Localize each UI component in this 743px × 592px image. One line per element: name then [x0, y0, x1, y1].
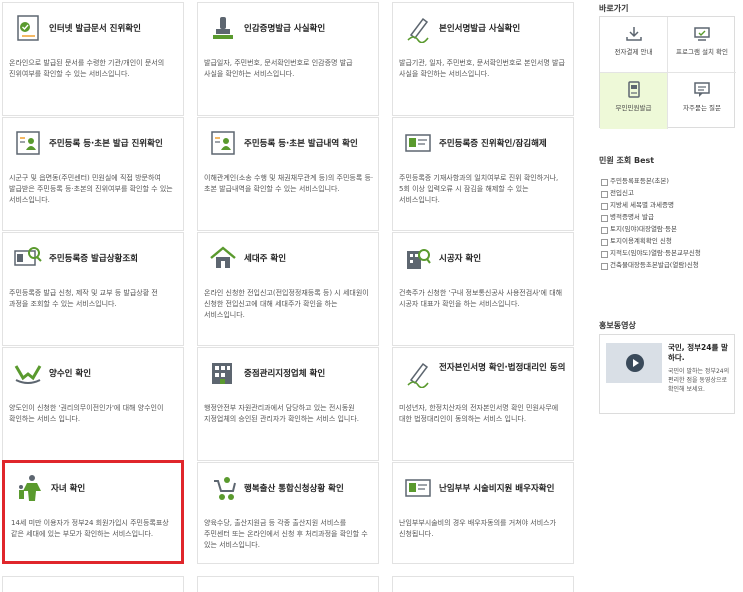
service-card-id-card-status[interactable]: 주민등록증 발급상황조회 주민등록증 발급 신청, 제작 및 교부 등 발급상황… [2, 232, 184, 346]
sidebar: 바로가기 전자결제 안내 프로그램 설치 확인 무인민원발급 자주묻는 질문 민… [591, 0, 743, 592]
card-title: 세대주 확인 [244, 254, 287, 264]
shortcut-program-check[interactable]: 프로그램 설치 확인 [668, 17, 736, 73]
service-card-householder-verify[interactable]: 세대주 확인 온라인 신청한 전입신고(전입정정재등록 등) 시 세대원이 신청… [197, 232, 379, 346]
card-desc: 행정안전부 자원관리과에서 담당하고 있는 전시동원 지정업체의 승인된 관리자… [204, 404, 360, 423]
card-desc: 주민등록증 기재사항과의 일치여부로 진위 확인하거나, 5회 이상 입력오류 … [399, 174, 559, 204]
service-card-infertility-spouse-verify[interactable]: 난임부부 시술비지원 배우자확인 난임부부시술비의 경우 배우자동의를 거쳐야 … [392, 462, 574, 564]
best-item[interactable]: 전입신고 [601, 187, 737, 199]
card-title: 주민등록증 발급상황조회 [49, 254, 138, 264]
card-desc: 건축주가 신청한 '구내 정보통신공사 사용전검사'에 대해 시공자 대표가 확… [399, 289, 563, 308]
card-desc: 양도인이 신청한 '권리의무이전인가'에 대해 양수인이 확인하는 서비스 입니… [9, 404, 164, 423]
service-card-resident-copy-verify[interactable]: 주민등록 등·초본 발급 진위확인 시군구 및 읍면동(주민센터) 민원실에 직… [2, 117, 184, 231]
parent-child-icon [19, 475, 41, 501]
card-title: 주민등록 등·초본 발급내역 확인 [244, 139, 358, 149]
service-card-child-verify[interactable]: 자녀 확인 14세 미만 이용자가 정부24 회원가입시 주민등록표상 같은 세… [2, 460, 184, 564]
service-card-partial[interactable] [2, 576, 184, 592]
card-title: 본인서명발급 사실확인 [439, 24, 521, 34]
promo-video-box[interactable]: 국민, 정부24를 말하다. 국민이 말하는 정부24의 편리한 점을 동영상으… [599, 334, 735, 414]
id-card-search-icon [14, 247, 42, 266]
card-title: 난임부부 시술비지원 배우자확인 [439, 484, 555, 494]
video-thumbnail[interactable] [606, 343, 662, 383]
shortcut-label: 무인민원발급 [615, 104, 652, 112]
pen-signature-icon [407, 17, 429, 43]
card-title: 중점관리지정업체 확인 [244, 369, 326, 379]
monitor-icon [694, 27, 710, 41]
best-item[interactable]: 병적증명서 발급 [601, 211, 737, 223]
card-title: 인감증명발급 사실확인 [244, 24, 326, 34]
best-list: 주민등록표등본(초본) 전입신고 지방세 세목별 과세증명 병적증명서 발급 토… [601, 175, 737, 271]
card-title: 전자본인서명 확인·법정대리인 동의 [439, 363, 566, 373]
card-title: 시공자 확인 [439, 254, 482, 264]
service-card-internet-doc-verify[interactable]: 인터넷 발급문서 진위확인 온라인으로 발급된 문서를 수령한 기관/개인이 문… [2, 2, 184, 116]
shortcut-label: 자주묻는 질문 [683, 104, 721, 112]
shortcut-label: 프로그램 설치 확인 [676, 48, 728, 56]
best-item[interactable]: 토지(임야)대장열람·등본 [601, 223, 737, 235]
best-item[interactable]: 주민등록표등본(초본) [601, 175, 737, 187]
id-card-icon [405, 479, 431, 497]
card-desc: 난임부부시술비의 경우 배우자동의를 거쳐야 서비스가 신청됩니다. [399, 519, 557, 538]
service-card-designated-company-verify[interactable]: 중점관리지정업체 확인 행정안전부 자원관리과에서 담당하고 있는 전시동원 지… [197, 347, 379, 461]
best-title: 민원 조회 Best [599, 156, 655, 165]
card-title: 주민등록 등·초본 발급 진위확인 [49, 139, 163, 149]
promo-video-desc: 국민이 말하는 정부24의 편리한 점을 동영상으로 확인해 보세요. [668, 368, 730, 393]
card-desc: 이해관계인(소송 수행 및 채권채무관계 등)의 주민등록 등·초본 발급내역을… [204, 174, 374, 193]
service-card-seal-cert-verify[interactable]: 인감증명발급 사실확인 발급일자, 주민번호, 문서확인번호로 인감증명 발급 … [197, 2, 379, 116]
card-desc: 발급일자, 주민번호, 문서확인번호로 인감증명 발급 사실을 확인하는 서비스… [204, 59, 353, 78]
card-title: 자녀 확인 [51, 484, 86, 494]
payment-icon [625, 27, 642, 41]
service-card-id-card-verify[interactable]: 주민등록증 진위확인/잠김해제 주민등록증 기재사항과의 일치여부로 진위 확인… [392, 117, 574, 231]
best-item[interactable]: 건축물대장등초본발급(열람)신청 [601, 259, 737, 271]
office-building-icon [212, 363, 232, 384]
card-desc: 발급기관, 일자, 주민번호, 문서확인번호로 본인서명 발급 사실을 확인하는… [399, 59, 565, 78]
service-card-partial[interactable] [197, 576, 379, 592]
shortcut-faq[interactable]: 자주묻는 질문 [668, 73, 736, 129]
stroller-icon [214, 477, 236, 500]
id-card-icon [405, 134, 431, 152]
house-icon [210, 246, 236, 268]
service-card-partial[interactable] [392, 576, 574, 592]
pen-signature-icon [407, 362, 429, 388]
service-card-resident-copy-history[interactable]: 주민등록 등·초본 발급내역 확인 이해관계인(소송 수행 및 채권채무관계 등… [197, 117, 379, 231]
service-card-e-signature-guardian[interactable]: 전자본인서명 확인·법정대리인 동의 미성년자, 한정치산자의 전자본인서명 확… [392, 347, 574, 461]
service-card-signature-verify[interactable]: 본인서명발급 사실확인 발급기관, 일자, 주민번호, 문서확인번호로 본인서명… [392, 2, 574, 116]
card-title: 행복출산 통합신청상황 확인 [244, 484, 344, 494]
shortcut-e-payment[interactable]: 전자결제 안내 [600, 17, 668, 73]
card-title: 인터넷 발급문서 진위확인 [49, 24, 141, 34]
shortcut-unmanned-kiosk[interactable]: 무인민원발급 [600, 73, 668, 129]
card-desc: 미성년자, 한정치산자의 전자본인서명 확인 민원사무에 대한 법정대리인이 동… [399, 404, 559, 423]
card-desc: 양육수당, 출산지원금 등 각종 출산지원 서비스를 주민센터 또는 온라인에서… [204, 519, 368, 549]
building-search-icon [407, 249, 431, 269]
stamp-icon [213, 17, 233, 39]
best-item[interactable]: 토지이용계획확인 신청 [601, 235, 737, 247]
best-item[interactable]: 지방세 세목별 과세증명 [601, 199, 737, 211]
service-card-contractor-verify[interactable]: 시공자 확인 건축주가 신청한 '구내 정보통신공사 사용전검사'에 대해 시공… [392, 232, 574, 346]
best-item[interactable]: 지적도(임야도)열람·등본교부신청 [601, 247, 737, 259]
card-desc: 14세 미만 이용자가 정부24 회원가입시 주민등록표상 같은 세대에 있는 … [11, 519, 169, 538]
service-card-happy-birth-status[interactable]: 행복출산 통합신청상황 확인 양육수당, 출산지원금 등 각종 출산지원 서비스… [197, 462, 379, 564]
play-icon[interactable] [626, 354, 644, 372]
card-title: 주민등록증 진위확인/잠김해제 [439, 139, 547, 149]
shortcuts-title: 바로가기 [599, 4, 629, 13]
resident-record-icon [16, 131, 40, 155]
service-grid: 인터넷 발급문서 진위확인 온라인으로 발급된 문서를 수령한 기관/개인이 문… [0, 0, 583, 592]
card-desc: 시군구 및 읍면동(주민센터) 민원실에 직접 방문하여 발급받은 주민등록 등… [9, 174, 173, 204]
kiosk-icon [627, 81, 640, 98]
card-desc: 온라인으로 발급된 문서를 수령한 기관/개인이 문서의 진위여부를 확인할 수… [9, 59, 165, 78]
card-desc: 온라인 신청한 전입신고(전입정정재등록 등) 시 세대원이 신청한 전입신고에… [204, 289, 369, 319]
promo-title: 홍보동영상 [599, 321, 636, 330]
promo-video-title[interactable]: 국민, 정부24를 말하다. [668, 343, 732, 363]
card-desc: 주민등록증 발급 신청, 제작 및 교부 등 발급상황 전 과정을 조회할 수 … [9, 289, 158, 308]
faq-icon [694, 82, 710, 97]
certificate-doc-icon [17, 15, 39, 41]
service-card-assignee-verify[interactable]: 양수인 확인 양도인이 신청한 '권리의무이전인가'에 대해 양수인이 확인하는… [2, 347, 184, 461]
handshake-icon [14, 365, 42, 384]
resident-record-icon [211, 131, 235, 155]
shortcut-label: 전자결제 안내 [614, 48, 653, 56]
card-title: 양수인 확인 [49, 369, 92, 379]
shortcut-grid: 전자결제 안내 프로그램 설치 확인 무인민원발급 자주묻는 질문 [599, 16, 736, 129]
